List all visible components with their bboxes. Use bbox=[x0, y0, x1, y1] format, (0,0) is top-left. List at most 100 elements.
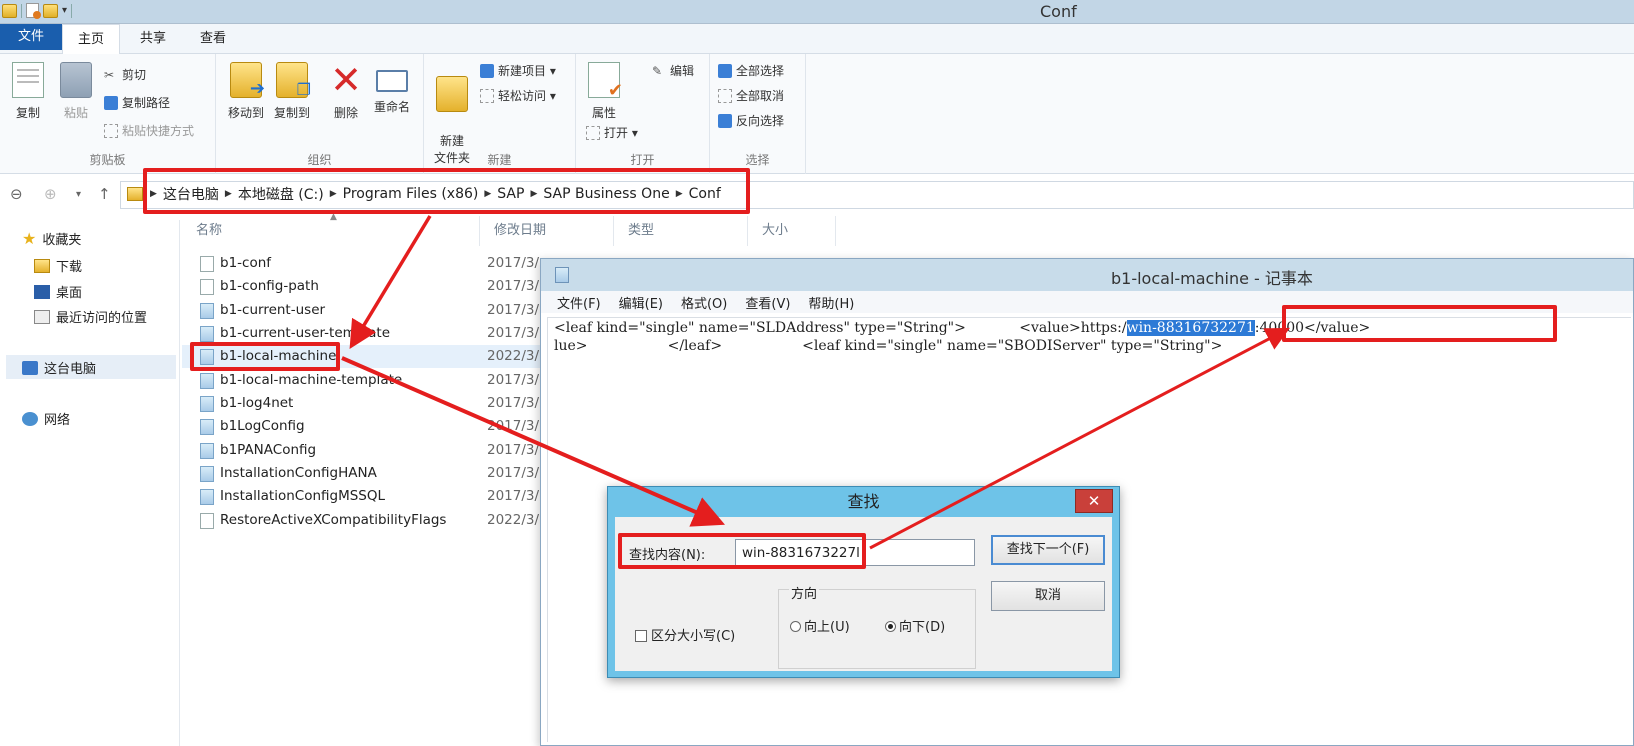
group-label: 新建 bbox=[487, 153, 512, 167]
invert-selection-button[interactable]: 反向选择 bbox=[718, 112, 784, 129]
forward-icon[interactable]: ⊕ bbox=[44, 185, 57, 203]
file-row[interactable]: b1-conf 2017/3/ bbox=[182, 252, 552, 275]
nav-item-downloads[interactable]: 下载 bbox=[34, 256, 82, 275]
tab-home[interactable]: 主页 bbox=[62, 24, 120, 55]
properties-icon[interactable] bbox=[26, 3, 41, 19]
file-row[interactable]: b1-log4net 2017/3/ bbox=[182, 392, 552, 415]
tab-view[interactable]: 查看 bbox=[186, 24, 240, 54]
rename-icon bbox=[376, 70, 408, 92]
open-icon bbox=[586, 125, 600, 140]
column-header-date[interactable]: 修改日期 bbox=[480, 216, 614, 246]
direction-down-radio[interactable]: 向下(D) bbox=[885, 616, 945, 635]
rename-button[interactable]: 重命名 bbox=[368, 62, 416, 115]
menu-format[interactable]: 格式(O) bbox=[681, 293, 727, 312]
copy-button[interactable]: 复制 bbox=[4, 62, 52, 121]
breadcrumb-item[interactable]: SAP Business One bbox=[543, 186, 669, 202]
file-row[interactable]: InstallationConfigHANA 2017/3/ bbox=[182, 462, 552, 485]
chevron-right-icon[interactable]: ▶ bbox=[530, 189, 537, 199]
chevron-right-icon[interactable]: ▶ bbox=[484, 189, 491, 199]
file-row[interactable]: b1-config-path 2017/3/ bbox=[182, 275, 552, 298]
new-folder-icon bbox=[436, 76, 468, 112]
config-file-icon bbox=[200, 326, 214, 342]
nav-item-this-pc[interactable]: 这台电脑 bbox=[22, 358, 96, 377]
chevron-right-icon[interactable]: ▶ bbox=[330, 189, 337, 199]
column-header-size[interactable]: 大小 bbox=[748, 216, 836, 246]
notepad-menu-bar: 文件(F) 编辑(E) 格式(O) 查看(V) 帮助(H) bbox=[541, 291, 1633, 313]
menu-help[interactable]: 帮助(H) bbox=[808, 293, 854, 312]
file-row[interactable]: RestoreActiveXCompatibilityFlags 2022/3/ bbox=[182, 509, 552, 532]
group-label: 剪贴板 bbox=[89, 153, 126, 167]
config-file-icon bbox=[200, 303, 214, 319]
file-row[interactable]: b1PANAConfig 2017/3/ bbox=[182, 439, 552, 462]
config-file-icon bbox=[200, 443, 214, 459]
group-label: 组织 bbox=[307, 153, 332, 167]
find-dialog-title: 查找 bbox=[847, 492, 880, 511]
close-button[interactable]: ✕ bbox=[1075, 489, 1113, 513]
delete-icon: ✕ bbox=[330, 58, 362, 102]
up-icon[interactable]: ↑ bbox=[98, 185, 111, 203]
file-row[interactable]: b1-current-user 2017/3/ bbox=[182, 299, 552, 322]
select-none-button[interactable]: 全部取消 bbox=[718, 87, 784, 104]
back-icon[interactable]: ⊖ bbox=[10, 185, 23, 203]
tab-file[interactable]: 文件 bbox=[0, 24, 62, 50]
properties-button[interactable]: 属性 bbox=[580, 62, 628, 121]
copy-path-button[interactable]: 复制路径 bbox=[104, 94, 170, 111]
breadcrumb-item[interactable]: 这台电脑 bbox=[163, 184, 219, 204]
notepad-icon bbox=[555, 267, 569, 283]
new-item-button[interactable]: 新建项目 ▾ bbox=[480, 62, 556, 79]
direction-up-radio[interactable]: 向上(U) bbox=[790, 616, 850, 635]
edit-button[interactable]: ✎ 编辑 bbox=[652, 62, 694, 79]
menu-edit[interactable]: 编辑(E) bbox=[619, 293, 663, 312]
delete-button[interactable]: ✕ 删除 bbox=[322, 58, 370, 121]
copy-to-icon bbox=[276, 62, 311, 99]
menu-view[interactable]: 查看(V) bbox=[745, 293, 790, 312]
file-row[interactable]: b1-current-user-template 2017/3/ bbox=[182, 322, 552, 345]
config-file-icon bbox=[200, 373, 214, 389]
open-button[interactable]: 打开 ▾ bbox=[586, 124, 638, 141]
ribbon: 复制 粘贴 ✂ 剪切 复制路径 粘贴快捷方式 剪贴板 移动到 复制到 bbox=[0, 54, 1634, 174]
select-all-button[interactable]: 全部选择 bbox=[718, 62, 784, 79]
file-row[interactable]: b1-local-machine-template 2017/3/ bbox=[182, 369, 552, 392]
group-label: 打开 bbox=[630, 153, 655, 167]
easy-access-button[interactable]: 轻松访问 ▾ bbox=[480, 87, 556, 104]
file-row[interactable]: InstallationConfigMSSQL 2017/3/ bbox=[182, 485, 552, 508]
find-input[interactable] bbox=[735, 539, 975, 566]
breadcrumb-item[interactable]: Conf bbox=[689, 186, 721, 202]
quick-access-dropdown-icon[interactable]: ▾ bbox=[62, 5, 67, 16]
new-folder-icon[interactable] bbox=[43, 3, 58, 18]
paste-button[interactable]: 粘贴 bbox=[52, 62, 100, 121]
chevron-right-icon[interactable]: ▶ bbox=[225, 189, 232, 199]
file-row[interactable]: b1LogConfig 2017/3/ bbox=[182, 415, 552, 438]
column-header-type[interactable]: 类型 bbox=[614, 216, 748, 246]
copy-icon bbox=[12, 62, 44, 98]
move-to-button[interactable]: 移动到 bbox=[222, 62, 270, 121]
recent-locations-icon[interactable]: ▾ bbox=[76, 189, 81, 200]
cut-button[interactable]: ✂ 剪切 bbox=[104, 66, 146, 83]
nav-item-desktop[interactable]: 桌面 bbox=[34, 282, 82, 301]
chevron-right-icon[interactable]: ▶ bbox=[676, 189, 683, 199]
breadcrumb-item[interactable]: SAP bbox=[497, 186, 524, 202]
nav-item-recent[interactable]: 最近访问的位置 bbox=[34, 307, 147, 326]
menu-file[interactable]: 文件(F) bbox=[557, 293, 601, 312]
invert-selection-icon bbox=[718, 113, 732, 128]
breadcrumb-item[interactable]: 本地磁盘 (C:) bbox=[238, 184, 324, 204]
recent-places-icon bbox=[34, 309, 50, 324]
paste-shortcut-button[interactable]: 粘贴快捷方式 bbox=[104, 122, 194, 139]
file-row-selected[interactable]: b1-local-machine 2022/3/ bbox=[182, 345, 552, 368]
select-group: 全部选择 全部取消 反向选择 选择 bbox=[710, 54, 806, 174]
sort-ascending-icon: ▲ bbox=[330, 212, 337, 222]
cancel-button[interactable]: 取消 bbox=[991, 581, 1105, 611]
breadcrumb-item[interactable]: Program Files (x86) bbox=[343, 186, 479, 202]
chevron-right-icon[interactable]: ▶ bbox=[150, 189, 157, 199]
tab-share[interactable]: 共享 bbox=[126, 24, 180, 54]
separator bbox=[71, 3, 73, 18]
find-next-button[interactable]: 查找下一个(F) bbox=[991, 535, 1105, 565]
match-case-checkbox[interactable]: 区分大小写(C) bbox=[635, 625, 735, 644]
copy-to-button[interactable]: 复制到 bbox=[268, 62, 316, 121]
clipboard-group: 复制 粘贴 ✂ 剪切 复制路径 粘贴快捷方式 剪贴板 bbox=[0, 54, 216, 174]
notepad-title-bar[interactable]: b1-local-machine - 记事本 bbox=[541, 259, 1633, 291]
nav-item-network[interactable]: 网络 bbox=[22, 409, 70, 428]
nav-item-favorites[interactable]: ★ 收藏夹 bbox=[22, 229, 81, 248]
window-title: Conf bbox=[1040, 2, 1077, 21]
find-dialog-body: 查找内容(N): 查找下一个(F) 取消 方向 向上(U) 向下(D) 区分大小… bbox=[615, 517, 1112, 671]
